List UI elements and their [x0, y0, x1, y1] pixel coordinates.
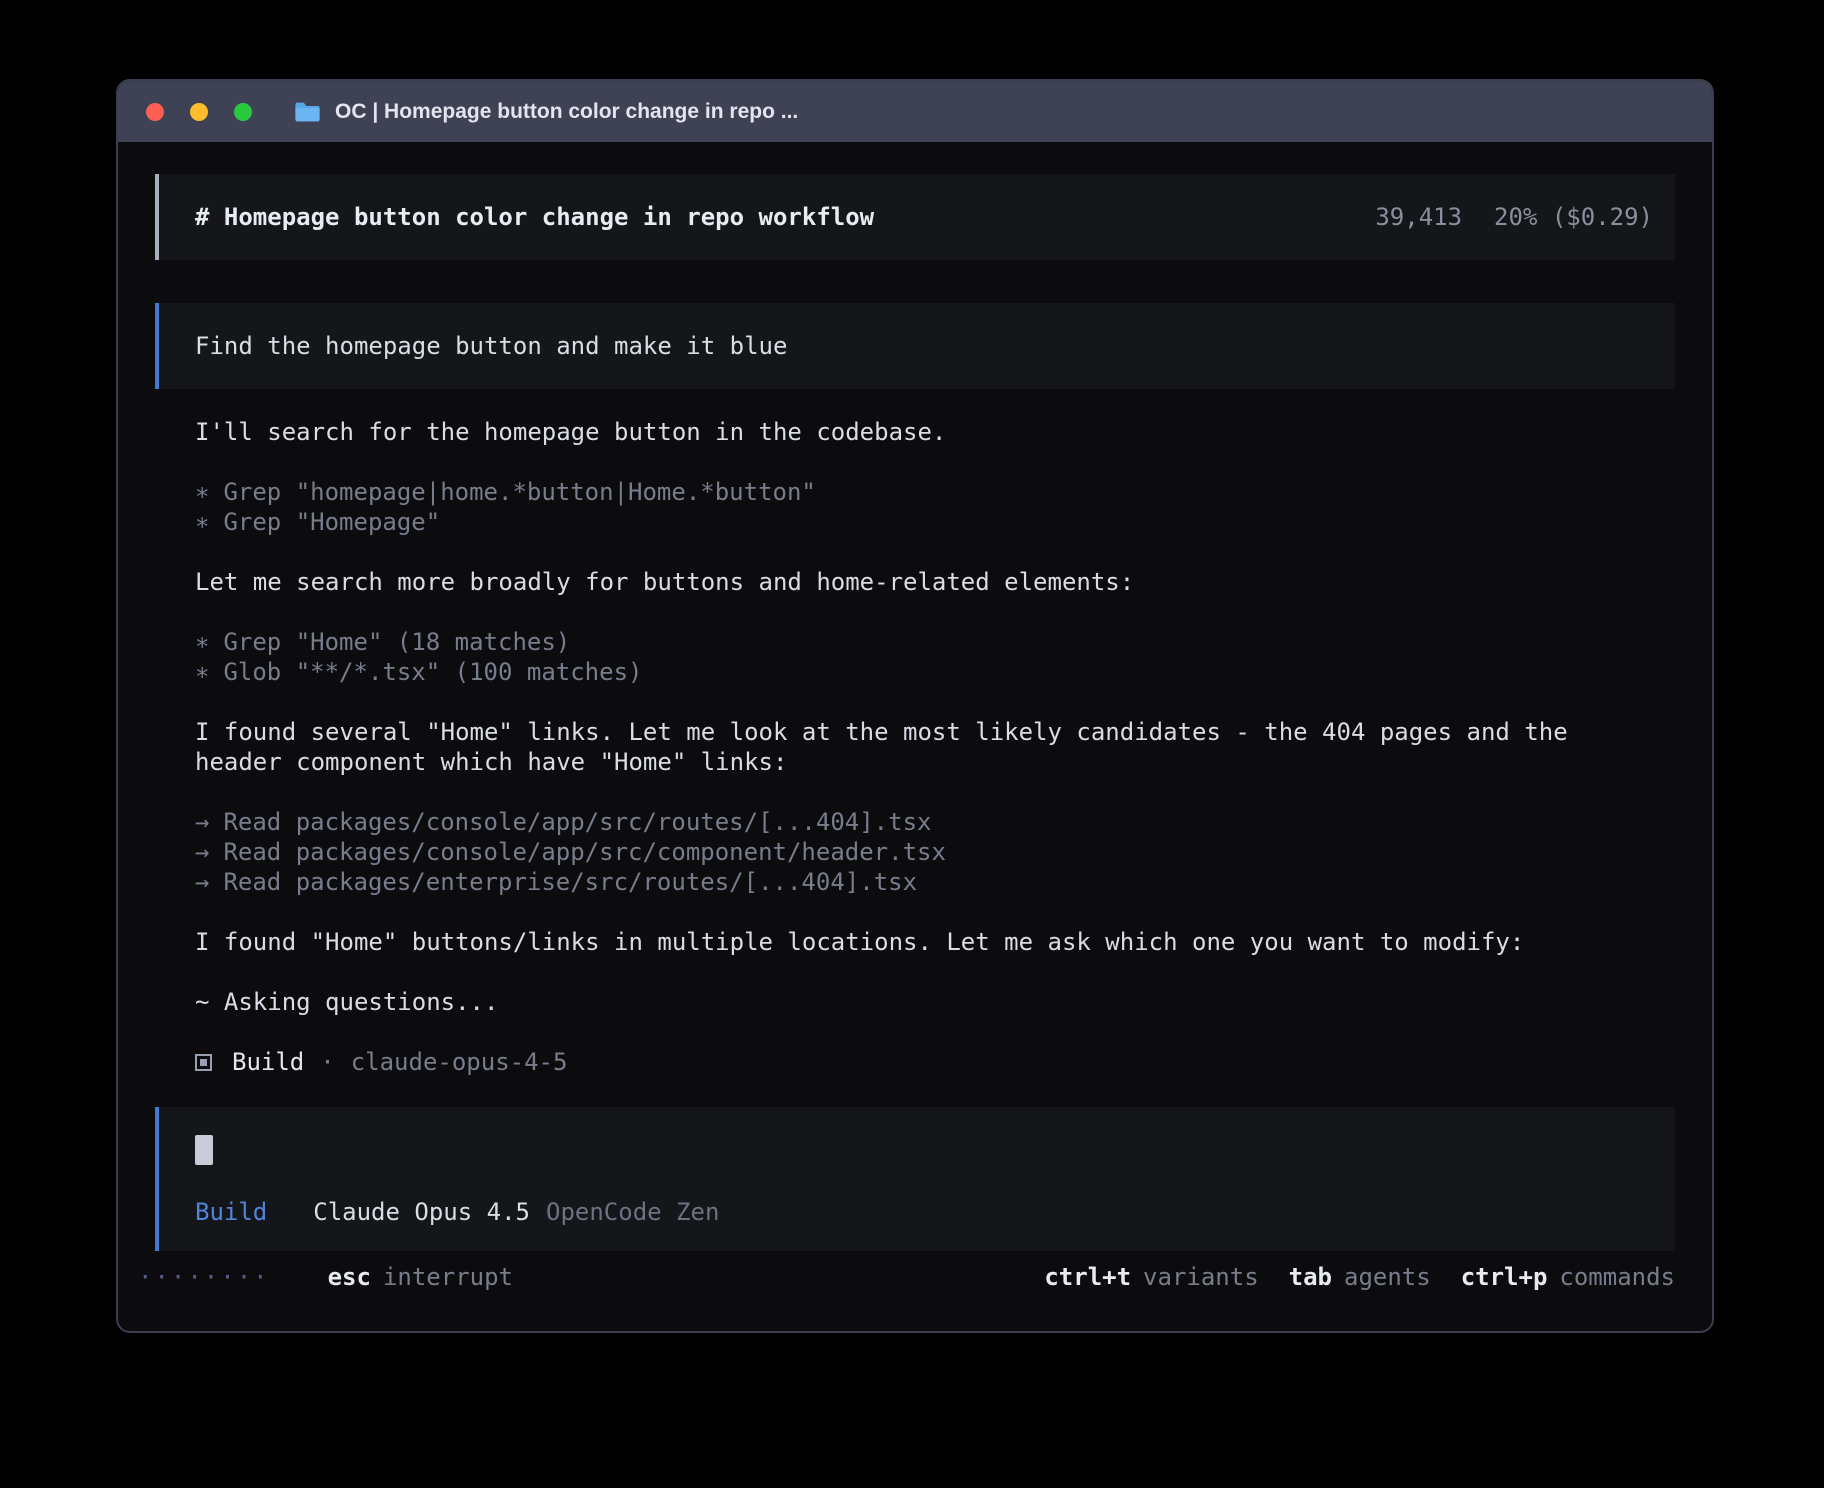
- terminal-window: OC | Homepage button color change in rep…: [116, 79, 1714, 1333]
- assistant-text: Let me search more broadly for buttons a…: [195, 567, 1615, 597]
- user-message-text: Find the homepage button and make it blu…: [195, 331, 787, 361]
- agent-model: claude-opus-4-5: [351, 1047, 568, 1077]
- model-name-label: Claude Opus 4.5: [313, 1197, 530, 1227]
- session-title: # Homepage button color change in repo w…: [195, 202, 874, 232]
- model-provider-label: OpenCode Zen: [546, 1197, 719, 1227]
- hint-variants: ctrl+t variants: [1044, 1262, 1258, 1292]
- text-cursor: [195, 1135, 213, 1165]
- arrow-right-icon: →: [195, 837, 209, 867]
- terminal-content: # Homepage button color change in repo w…: [118, 142, 1712, 1331]
- token-count: 39,413: [1375, 202, 1462, 232]
- session-stats: 39,413 20% ($0.29): [1375, 202, 1653, 232]
- assistant-transcript: I'll search for the homepage button in t…: [155, 417, 1675, 1077]
- tab-key-label: tab: [1289, 1262, 1332, 1292]
- spinner-dots: ········: [138, 1262, 270, 1292]
- agents-label: agents: [1344, 1262, 1431, 1292]
- tool-call-text: Grep "homepage|home.*button|Home.*button…: [223, 477, 815, 507]
- ctrl-p-key-label: ctrl+p: [1461, 1262, 1548, 1292]
- interrupt-label: interrupt: [383, 1262, 513, 1292]
- window-titlebar: OC | Homepage button color change in rep…: [118, 81, 1712, 142]
- close-button[interactable]: [146, 103, 164, 121]
- agent-name: Build: [232, 1047, 304, 1077]
- context-usage: 20% ($0.29): [1494, 202, 1653, 232]
- session-header: # Homepage button color change in repo w…: [155, 174, 1675, 260]
- tool-call-line: ∗ Glob "**/*.tsx" (100 matches): [195, 657, 1615, 687]
- minimize-button[interactable]: [190, 103, 208, 121]
- esc-key-label: esc: [328, 1262, 371, 1292]
- asterisk-icon: ∗: [195, 477, 209, 507]
- assistant-text: I'll search for the homepage button in t…: [195, 417, 1615, 447]
- read-file-text: Read packages/console/app/src/routes/[..…: [223, 807, 931, 837]
- assistant-text: I found "Home" buttons/links in multiple…: [195, 927, 1615, 957]
- tool-call-text: Grep "Home" (18 matches): [223, 627, 570, 657]
- hint-agents: tab agents: [1289, 1262, 1431, 1292]
- read-file-line: → Read packages/console/app/src/componen…: [195, 837, 1615, 867]
- status-bar: ········ esc interrupt ctrl+t variants t…: [155, 1260, 1675, 1294]
- variants-label: variants: [1143, 1262, 1259, 1292]
- tool-call-text: Grep "Homepage": [223, 507, 440, 537]
- hint-interrupt: esc interrupt: [328, 1262, 513, 1292]
- zoom-button[interactable]: [234, 103, 252, 121]
- window-title: OC | Homepage button color change in rep…: [335, 100, 798, 124]
- asterisk-icon: ∗: [195, 507, 209, 537]
- arrow-right-icon: →: [195, 807, 209, 837]
- folder-icon: [294, 101, 321, 123]
- input-meta: Build Claude Opus 4.5 OpenCode Zen: [195, 1197, 1639, 1227]
- asterisk-icon: ∗: [195, 627, 209, 657]
- read-file-line: → Read packages/console/app/src/routes/[…: [195, 807, 1615, 837]
- read-file-text: Read packages/console/app/src/component/…: [223, 837, 945, 867]
- traffic-lights: [146, 103, 252, 121]
- read-file-text: Read packages/enterprise/src/routes/[...…: [223, 867, 917, 897]
- agent-icon: [195, 1054, 212, 1071]
- prompt-input[interactable]: Build Claude Opus 4.5 OpenCode Zen: [155, 1107, 1675, 1251]
- working-status: ~ Asking questions...: [195, 987, 1615, 1017]
- tool-call-line: ∗ Grep "Homepage": [195, 507, 1615, 537]
- tool-call-line: ∗ Grep "homepage|home.*button|Home.*butt…: [195, 477, 1615, 507]
- ctrl-t-key-label: ctrl+t: [1044, 1262, 1131, 1292]
- user-message: Find the homepage button and make it blu…: [155, 303, 1675, 389]
- read-file-line: → Read packages/enterprise/src/routes/[.…: [195, 867, 1615, 897]
- separator-dot: ·: [320, 1047, 334, 1077]
- tool-call-text: Glob "**/*.tsx" (100 matches): [223, 657, 642, 687]
- assistant-text: I found several "Home" links. Let me loo…: [195, 717, 1615, 777]
- asterisk-icon: ∗: [195, 657, 209, 687]
- agent-mode-label[interactable]: Build: [195, 1197, 267, 1227]
- arrow-right-icon: →: [195, 867, 209, 897]
- agent-status-line: Build · claude-opus-4-5: [195, 1047, 1615, 1077]
- commands-label: commands: [1559, 1262, 1675, 1292]
- tool-call-line: ∗ Grep "Home" (18 matches): [195, 627, 1615, 657]
- hint-commands: ctrl+p commands: [1461, 1262, 1675, 1292]
